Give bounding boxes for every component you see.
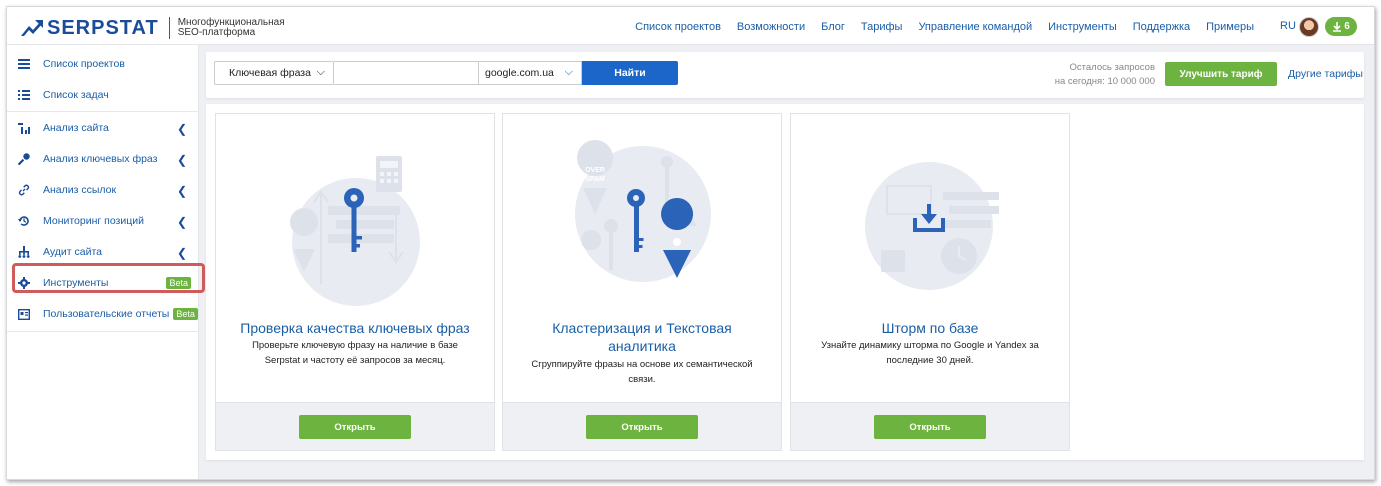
sidebar-item-label: Анализ сайта [43,122,109,134]
desc-line-1: Узнайте динамику шторма по Google и Yand… [821,340,1039,351]
search-button[interactable]: Найти [582,61,678,85]
sidebar-item-label: Список проектов [43,58,125,70]
search-type-value: Ключевая фраза [229,67,311,79]
card-description: Проверьте ключевую фразу на наличие в ба… [238,338,472,368]
menu-icon [17,57,31,71]
tagline-line-2: SEO-платформа [177,27,256,38]
search-type-select[interactable]: Ключевая фраза ⌵ [214,61,334,85]
sidebar-item-keywords[interactable]: Анализ ключевых фраз ❮ [7,144,199,174]
logo-divider [168,17,170,39]
storm-illustration [791,114,1069,314]
other-plans-link[interactable]: Другие тарифы [1288,68,1363,80]
top-nav: Список проектов Возможности Блог Тарифы … [619,21,1254,33]
sidebar-item-projects[interactable]: Список проектов [7,49,199,79]
nav-examples[interactable]: Примеры [1206,21,1254,33]
nav-pricing[interactable]: Тарифы [861,21,903,33]
logo-icon [21,20,43,36]
top-header: SERPSTAT Многофункциональная SEO-платфор… [7,7,1374,45]
downloads-badge[interactable]: 6 [1325,17,1357,36]
sidebar-item-tasks[interactable]: Список задач [7,80,199,110]
beta-badge: Beta [173,308,198,320]
sidebar-item-label: Мониторинг позиций [43,215,144,227]
limits-line-2: на сегодня: 10 000 000 [1054,76,1155,87]
key-icon [17,152,31,166]
title-line-1: Кластеризация и Текстовая [552,320,732,336]
search-panel: Ключевая фраза ⌵ google.com.ua ⌵ Найти О… [206,52,1364,98]
site-analysis-icon [17,121,31,135]
desc-line-1: Проверьте ключевую фразу на наличие в ба… [252,340,458,351]
avatar[interactable] [1299,17,1319,37]
database-select[interactable]: google.com.ua ⌵ [479,61,582,85]
tool-card-storm: Шторм по базе Узнайте динамику шторма по… [790,113,1070,451]
brand-tagline: Многофункциональная SEO-платформа [178,18,285,38]
sidebar-item-label: Список задач [43,89,109,101]
report-icon [17,307,31,321]
nav-team[interactable]: Управление командой [918,21,1032,33]
sidebar-item-links[interactable]: Анализ ссылок ❮ [7,175,199,205]
tool-card-clustering: OVER SPAM Кластеризация и Текстовая анал… [502,113,782,451]
card-footer: Открыть [503,402,781,450]
title-line-2: аналитика [608,338,676,354]
upgrade-plan-button[interactable]: Улучшить тариф [1165,62,1277,86]
sitemap-icon [17,245,31,259]
desc-line-1: Сгруппируйте фразы на основе их семантич… [531,359,753,370]
list-icon [17,88,31,102]
card-footer: Открыть [791,402,1069,450]
history-icon [17,214,31,228]
card-title[interactable]: Проверка качества ключевых фраз [226,319,484,337]
sidebar-item-label: Анализ ссылок [43,184,117,196]
logo[interactable]: SERPSTAT Многофункциональная SEO-платфор… [21,17,285,39]
tool-card-keyword-check: Проверка качества ключевых фраз Проверьт… [215,113,495,451]
keyword-check-illustration [216,114,494,314]
sidebar-item-rank-tracking[interactable]: Мониторинг позиций ❮ [7,206,199,236]
open-button[interactable]: Открыть [586,415,698,439]
chevron-left-icon: ❮ [176,122,187,136]
chevron-left-icon: ❮ [176,184,187,198]
card-title[interactable]: Кластеризация и Текстовая аналитика [513,319,771,355]
open-button[interactable]: Открыть [874,415,986,439]
clustering-illustration: OVER SPAM [503,114,781,314]
desc-line-2: последние 30 дней. [886,355,974,366]
query-limits: Осталось запросов на сегодня: 10 000 000 [1044,61,1155,89]
overspam-text-1: OVER [585,167,605,174]
overspam-text-2: SPAM [585,176,605,183]
desc-line-2: Serpstat и частоту её запросов за месяц. [264,355,446,366]
downloads-count: 6 [1344,21,1350,32]
open-button[interactable]: Открыть [299,415,411,439]
sidebar-divider [7,331,199,332]
chevron-left-icon: ❮ [176,246,187,260]
tools-highlight-frame [12,263,205,293]
sidebar-item-label: Аудит сайта [43,246,102,258]
chevron-left-icon: ❮ [176,153,187,167]
download-icon [1333,21,1342,32]
sidebar-divider [7,111,199,112]
brand-name: SERPSTAT [47,17,159,39]
sidebar-item-label: Пользовательские отчеты [43,308,170,320]
card-footer: Открыть [216,402,494,450]
limits-line-1: Осталось запросов [1069,62,1155,73]
desc-line-2: связи. [628,374,656,385]
link-icon [17,183,31,197]
sidebar-item-custom-reports[interactable]: Пользовательские отчеты Beta [7,299,199,329]
sidebar-item-site-analysis[interactable]: Анализ сайта ❮ [7,113,199,143]
nav-blog[interactable]: Блог [821,21,845,33]
tools-content: Проверка качества ключевых фраз Проверьт… [206,104,1364,460]
card-description: Узнайте динамику шторма по Google и Yand… [813,338,1047,368]
nav-support[interactable]: Поддержка [1133,21,1190,33]
chevron-down-icon: ⌵ [316,66,325,78]
card-description: Сгруппируйте фразы на основе их семантич… [525,357,759,387]
nav-tools[interactable]: Инструменты [1048,21,1117,33]
chevron-down-icon: ⌵ [564,66,573,78]
nav-features[interactable]: Возможности [737,21,805,33]
card-title[interactable]: Шторм по базе [801,319,1059,337]
search-input[interactable] [334,61,479,85]
sidebar-item-label: Анализ ключевых фраз [43,153,158,165]
app-window: SERPSTAT Многофункциональная SEO-платфор… [6,6,1375,480]
chevron-left-icon: ❮ [176,215,187,229]
nav-projects[interactable]: Список проектов [635,21,721,33]
database-value: google.com.ua [485,67,554,79]
